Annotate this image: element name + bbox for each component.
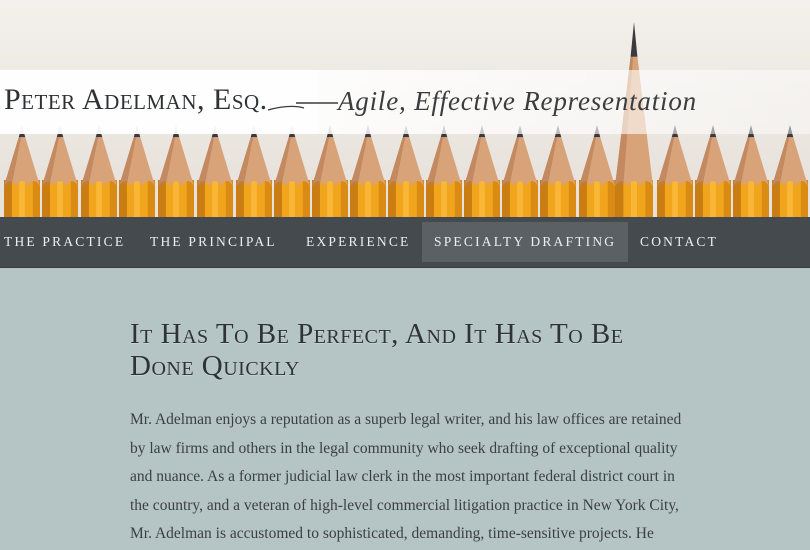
logo-swash-icon [267,102,338,111]
nav-item-experience[interactable]: Experience [306,217,411,267]
paragraph-line: and nuance. As a former judicial law cle… [130,468,675,486]
site-tagline: Agile, Effective Representation [338,86,697,116]
pencil-11 [388,125,424,217]
paragraph-line: by law firms and others in the legal com… [130,439,678,457]
pencil-20 [772,125,808,217]
header-banner: Peter Adelman, Esq. Agile, Effective Rep… [0,0,810,217]
body-paragraph: Mr. Adelman enjoys a reputation as a sup… [130,406,690,549]
pencil-10 [350,125,386,217]
main-content: It Has To Be Perfect, And It Has To Be D… [130,318,690,549]
pencil-17 [657,125,693,217]
pencil-19 [733,125,769,217]
nav-item-specialty-drafting[interactable]: Specialty Drafting [422,222,629,262]
nav-item-the-principal[interactable]: The Principal [150,217,277,267]
pencil-16 [579,125,615,217]
pencil-12 [426,125,462,217]
main-navigation: The Practice The Principal Experience Sp… [0,217,810,268]
pencil-15 [540,125,576,217]
pencil-14 [502,125,538,217]
paragraph-line: Mr. Adelman is accustomed to sophisticat… [130,525,654,543]
page-title-line-2: Done Quickly [130,350,300,382]
nav-item-the-practice[interactable]: The Practice [4,217,125,267]
page-title: It Has To Be Perfect, And It Has To Be D… [130,318,690,382]
pencil-13 [464,125,500,217]
nav-item-contact[interactable]: Contact [640,217,718,267]
page-title-line-1: It Has To Be Perfect, And It Has To Be [130,318,624,350]
paragraph-line: the country, and a veteran of high-level… [130,496,679,514]
pencil-18 [695,125,731,217]
paragraph-line: Mr. Adelman enjoys a reputation as a sup… [130,411,682,428]
